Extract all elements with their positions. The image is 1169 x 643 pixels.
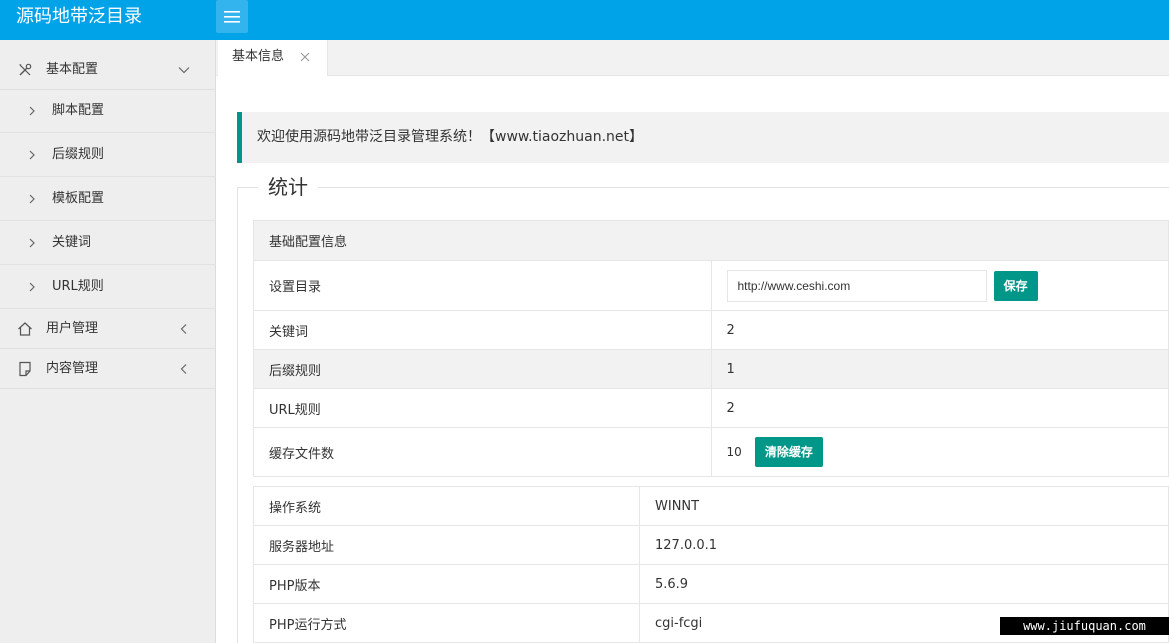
chevron-right-icon: [29, 282, 35, 292]
row-label: 后缀规则: [253, 349, 712, 389]
cache-file-count: 10: [726, 445, 742, 459]
table-row: 服务器地址 127.0.0.1: [253, 525, 1169, 565]
sidebar-item-template-config[interactable]: 模板配置: [0, 177, 216, 221]
table-header-row: 基础配置信息: [253, 220, 1169, 261]
menu-toggle-button[interactable]: [216, 0, 248, 33]
row-value: 2: [710, 388, 1169, 428]
welcome-banner: 欢迎使用源码地带泛目录管理系统！【www.tiaozhuan.net】: [237, 112, 1169, 163]
chevron-left-icon: [180, 364, 187, 374]
sidebar: 基本配置 脚本配置 后缀规则 模板配置 关键词 URL规则 用户管理 内容管理: [0, 40, 216, 643]
app-title: 源码地带泛目录: [16, 6, 142, 27]
sidebar-group-basic-config[interactable]: 基本配置: [0, 50, 216, 90]
row-label: 服务器地址: [253, 525, 640, 565]
save-button[interactable]: 保存: [993, 270, 1038, 301]
chevron-left-icon: [180, 324, 187, 334]
table-row: 缓存文件数 10 清除缓存: [253, 427, 1169, 477]
row-label: PHP运行方式: [253, 603, 640, 643]
clear-cache-button[interactable]: 清除缓存: [754, 437, 823, 467]
sidebar-group-user-management[interactable]: 用户管理: [0, 309, 216, 349]
chevron-right-icon: [29, 150, 35, 160]
sidebar-item-script-config[interactable]: 脚本配置: [0, 89, 216, 133]
table-row: 后缀规则 1: [253, 349, 1169, 389]
sidebar-group-content-management[interactable]: 内容管理: [0, 349, 216, 389]
sidebar-item-label: 关键词: [52, 235, 92, 250]
tab-label: 基本信息: [232, 49, 285, 64]
chevron-right-icon: [29, 238, 35, 248]
table-row: 设置目录 保存: [253, 260, 1169, 311]
top-header: 源码地带泛目录: [0, 0, 1169, 40]
chevron-right-icon: [29, 106, 35, 116]
row-value-cell: 10 清除缓存: [710, 427, 1169, 477]
row-label: PHP版本: [253, 564, 640, 604]
sidebar-item-label: 脚本配置: [52, 103, 105, 118]
sidebar-group-label: 内容管理: [46, 361, 99, 376]
row-label: 关键词: [253, 310, 712, 350]
tab-bar: 基本信息: [216, 40, 1169, 76]
row-value: 1: [710, 349, 1169, 389]
stats-legend: 统计: [258, 173, 318, 201]
sidebar-item-label: 后缀规则: [52, 147, 105, 162]
config-table-header: 基础配置信息: [253, 220, 1169, 261]
chevron-down-icon: [178, 67, 190, 74]
sidebar-group-label: 基本配置: [46, 62, 99, 77]
row-value: WINNT: [639, 486, 1169, 526]
sidebar-item-keywords[interactable]: 关键词: [0, 221, 216, 265]
sidebar-item-url-rules[interactable]: URL规则: [0, 265, 216, 309]
sidebar-item-label: 模板配置: [52, 191, 105, 206]
directory-url-input[interactable]: [726, 269, 987, 302]
row-value: 5.6.9: [639, 564, 1169, 604]
row-value: 2: [710, 310, 1169, 350]
tab-basic-info[interactable]: 基本信息: [218, 40, 328, 76]
row-value-cell: 保存: [710, 260, 1169, 311]
document-icon: [19, 361, 31, 377]
row-value: 127.0.0.1: [639, 525, 1169, 565]
row-label: 设置目录: [253, 260, 712, 311]
sidebar-item-suffix-rules[interactable]: 后缀规则: [0, 133, 216, 177]
row-label: 缓存文件数: [253, 427, 712, 477]
row-label: URL规则: [253, 388, 712, 428]
home-icon: [18, 322, 32, 336]
config-table: 基础配置信息 设置目录 保存 关键词 2 后缀规则 1 URL规则 2 缓存文件…: [253, 220, 1169, 477]
welcome-text: 欢迎使用源码地带泛目录管理系统！【www.tiaozhuan.net】: [257, 129, 644, 145]
table-row: URL规则 2: [253, 388, 1169, 428]
row-label: 操作系统: [253, 486, 640, 526]
wrench-screwdriver-icon: [19, 63, 32, 76]
table-row: PHP版本 5.6.9: [253, 564, 1169, 604]
sidebar-item-label: URL规则: [52, 279, 104, 294]
close-icon[interactable]: [300, 52, 310, 62]
table-row: 关键词 2: [253, 310, 1169, 350]
hamburger-icon: [224, 10, 240, 23]
sidebar-group-label: 用户管理: [46, 321, 99, 336]
watermark: www.jiufuquan.com: [1000, 617, 1169, 635]
chevron-right-icon: [29, 194, 35, 204]
table-row: 操作系统 WINNT: [253, 486, 1169, 526]
